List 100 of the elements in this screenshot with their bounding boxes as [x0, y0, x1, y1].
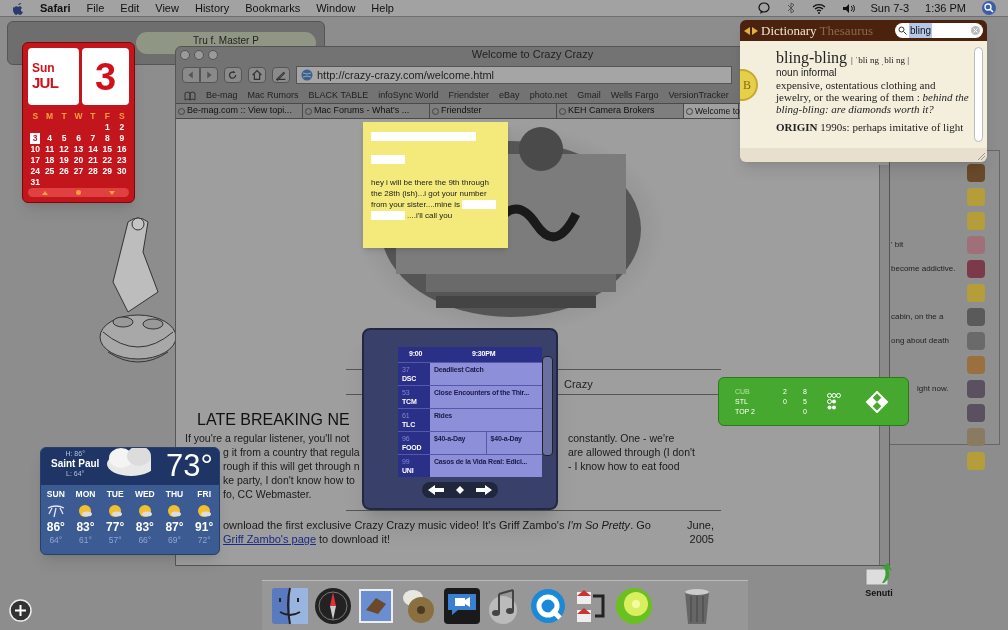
bookmark-link[interactable]: Be-mag — [206, 88, 238, 103]
calendar-date[interactable]: 9 — [114, 133, 129, 144]
bookmark-link[interactable]: Friendster — [448, 88, 490, 103]
calendar-date[interactable]: 29 — [100, 166, 115, 177]
calendar-date[interactable]: 7 — [85, 133, 101, 144]
search-icon[interactable] — [982, 1, 996, 15]
menu-clock-date[interactable]: Sun 7-3 — [870, 0, 910, 17]
zoom-button[interactable] — [208, 49, 218, 60]
browser-tab[interactable]: Mac Forums - What's ... — [303, 104, 430, 118]
speech-bubble-icon[interactable] — [757, 2, 770, 14]
calendar-date[interactable]: 16 — [114, 144, 129, 155]
close-button[interactable] — [180, 49, 190, 60]
bookmark-link[interactable]: Wells Fargo — [610, 88, 659, 103]
video-chat-icon[interactable] — [442, 585, 482, 626]
menu-item[interactable]: Window — [316, 0, 356, 17]
coin-badge: B — [740, 69, 758, 101]
menu-item[interactable]: File — [86, 0, 105, 17]
speaker-icon[interactable] — [841, 2, 855, 14]
bookmark-link[interactable]: photo.net — [529, 88, 568, 103]
note-text: hey i will be there the 9th through the 28th (ish)...i got your number from your sister....mine is ....i'll call you — [371, 131, 500, 221]
part-of-speech: noun informal — [776, 67, 838, 79]
scroll-wheel[interactable] — [542, 356, 553, 456]
book-icon[interactable] — [184, 90, 196, 101]
calendar-date[interactable]: 14 — [85, 144, 101, 155]
calendar-date[interactable]: 22 — [100, 155, 115, 166]
menu-item[interactable]: Safari — [40, 0, 71, 17]
menu-item[interactable]: Help — [371, 0, 394, 17]
calendar-date[interactable]: 11 — [42, 144, 57, 155]
dot-icon[interactable] — [76, 190, 81, 195]
calendar-date[interactable]: 12 — [56, 144, 72, 155]
song-title: Tru f. Master P — [193, 34, 259, 48]
arrows-icon[interactable] — [744, 26, 758, 35]
bookmark-link[interactable]: eBay — [499, 88, 520, 103]
calendar-date[interactable]: 20 — [71, 155, 86, 166]
calendar-date[interactable]: 2 — [114, 122, 129, 133]
up-arrow-icon[interactable] — [42, 190, 48, 195]
chat-message: ong about death — [890, 335, 949, 347]
menu-clock-time[interactable]: 1:36 PM — [925, 0, 966, 17]
calendar-date[interactable]: 13 — [71, 144, 86, 155]
edit-button[interactable] — [272, 67, 290, 83]
diamond-button[interactable] — [456, 486, 464, 494]
desktop-item-label[interactable]: Senuti — [865, 587, 893, 601]
forecast-day: FRI — [197, 488, 211, 501]
menu-item[interactable]: View — [155, 0, 179, 17]
calendar-date[interactable]: 25 — [42, 166, 57, 177]
calendar-date[interactable]: 24 — [28, 166, 43, 177]
page-link[interactable]: Griff Zambo's page — [223, 533, 316, 545]
calendar-date[interactable]: 23 — [114, 155, 129, 166]
browser-tab[interactable]: Friendster — [430, 104, 557, 118]
dictionary-tab[interactable]: Dictionary — [761, 20, 817, 41]
weekday-label: W — [73, 111, 84, 122]
pronunciation: | ˈbli ng ˌbli ng | — [851, 54, 909, 66]
address-field[interactable]: http://crazy-crazy.com/welcome.html — [296, 66, 732, 84]
calendar-date[interactable]: 3 — [30, 133, 41, 144]
finder-icon[interactable] — [270, 585, 310, 626]
forward-button[interactable] — [200, 67, 218, 83]
bluetooth-icon[interactable] — [785, 2, 796, 14]
chat-message: ' bit — [890, 239, 904, 251]
calendar-date[interactable]: 6 — [71, 133, 86, 144]
calendar-date[interactable]: 17 — [28, 155, 43, 166]
calendar-date[interactable]: 8 — [100, 133, 115, 144]
calendar-date[interactable]: 5 — [56, 133, 72, 144]
menu-item[interactable]: Bookmarks — [245, 0, 301, 17]
calendar-date[interactable]: 4 — [42, 133, 57, 144]
scroll-bar[interactable] — [974, 47, 983, 142]
minimize-button[interactable] — [194, 49, 204, 60]
calendar-date[interactable]: 15 — [100, 144, 115, 155]
forecast-day: TUE — [106, 488, 124, 501]
apple-icon[interactable] — [12, 1, 24, 15]
calendar-date[interactable]: 19 — [56, 155, 72, 166]
bookmark-link[interactable]: infoSync World — [378, 88, 439, 103]
calendar-date[interactable]: 10 — [28, 144, 43, 155]
bookmark-link[interactable]: Gmail — [577, 88, 601, 103]
calendar-date[interactable]: 1 — [100, 122, 115, 133]
calendar-date[interactable]: 31 — [28, 177, 43, 188]
down-arrow-icon[interactable] — [109, 190, 115, 195]
menu-item[interactable]: History — [194, 0, 230, 17]
menu-item[interactable]: Edit — [120, 0, 140, 17]
calendar-date[interactable]: 21 — [85, 155, 101, 166]
add-button[interactable] — [9, 599, 32, 622]
bookmark-link[interactable]: BLACK TABLE — [308, 88, 369, 103]
chat-message: cabin, on the a — [890, 311, 944, 323]
search-field[interactable]: bling — [895, 23, 983, 38]
back-button[interactable] — [182, 67, 200, 83]
browser-tab[interactable]: Be-mag.com :: View topi... — [176, 104, 303, 118]
left-arrow-button[interactable] — [428, 485, 444, 495]
calendar-date[interactable]: 27 — [71, 166, 86, 177]
forecast-high: 83° — [76, 520, 95, 534]
resize-grip-icon[interactable] — [977, 152, 985, 160]
calendar-date[interactable]: 26 — [56, 166, 72, 177]
bookmark-link[interactable]: VersionTracker — [668, 88, 729, 103]
reload-button[interactable] — [224, 67, 242, 83]
calendar-date[interactable]: 28 — [85, 166, 101, 177]
right-arrow-button[interactable] — [476, 485, 492, 495]
calendar-date[interactable]: 18 — [42, 155, 57, 166]
calendar-date[interactable]: 30 — [114, 166, 129, 177]
compass-icon[interactable] — [313, 585, 353, 626]
bookmark-link[interactable]: Mac Rumors — [247, 88, 299, 103]
home-button[interactable] — [248, 67, 266, 83]
wifi-icon[interactable] — [811, 2, 826, 14]
